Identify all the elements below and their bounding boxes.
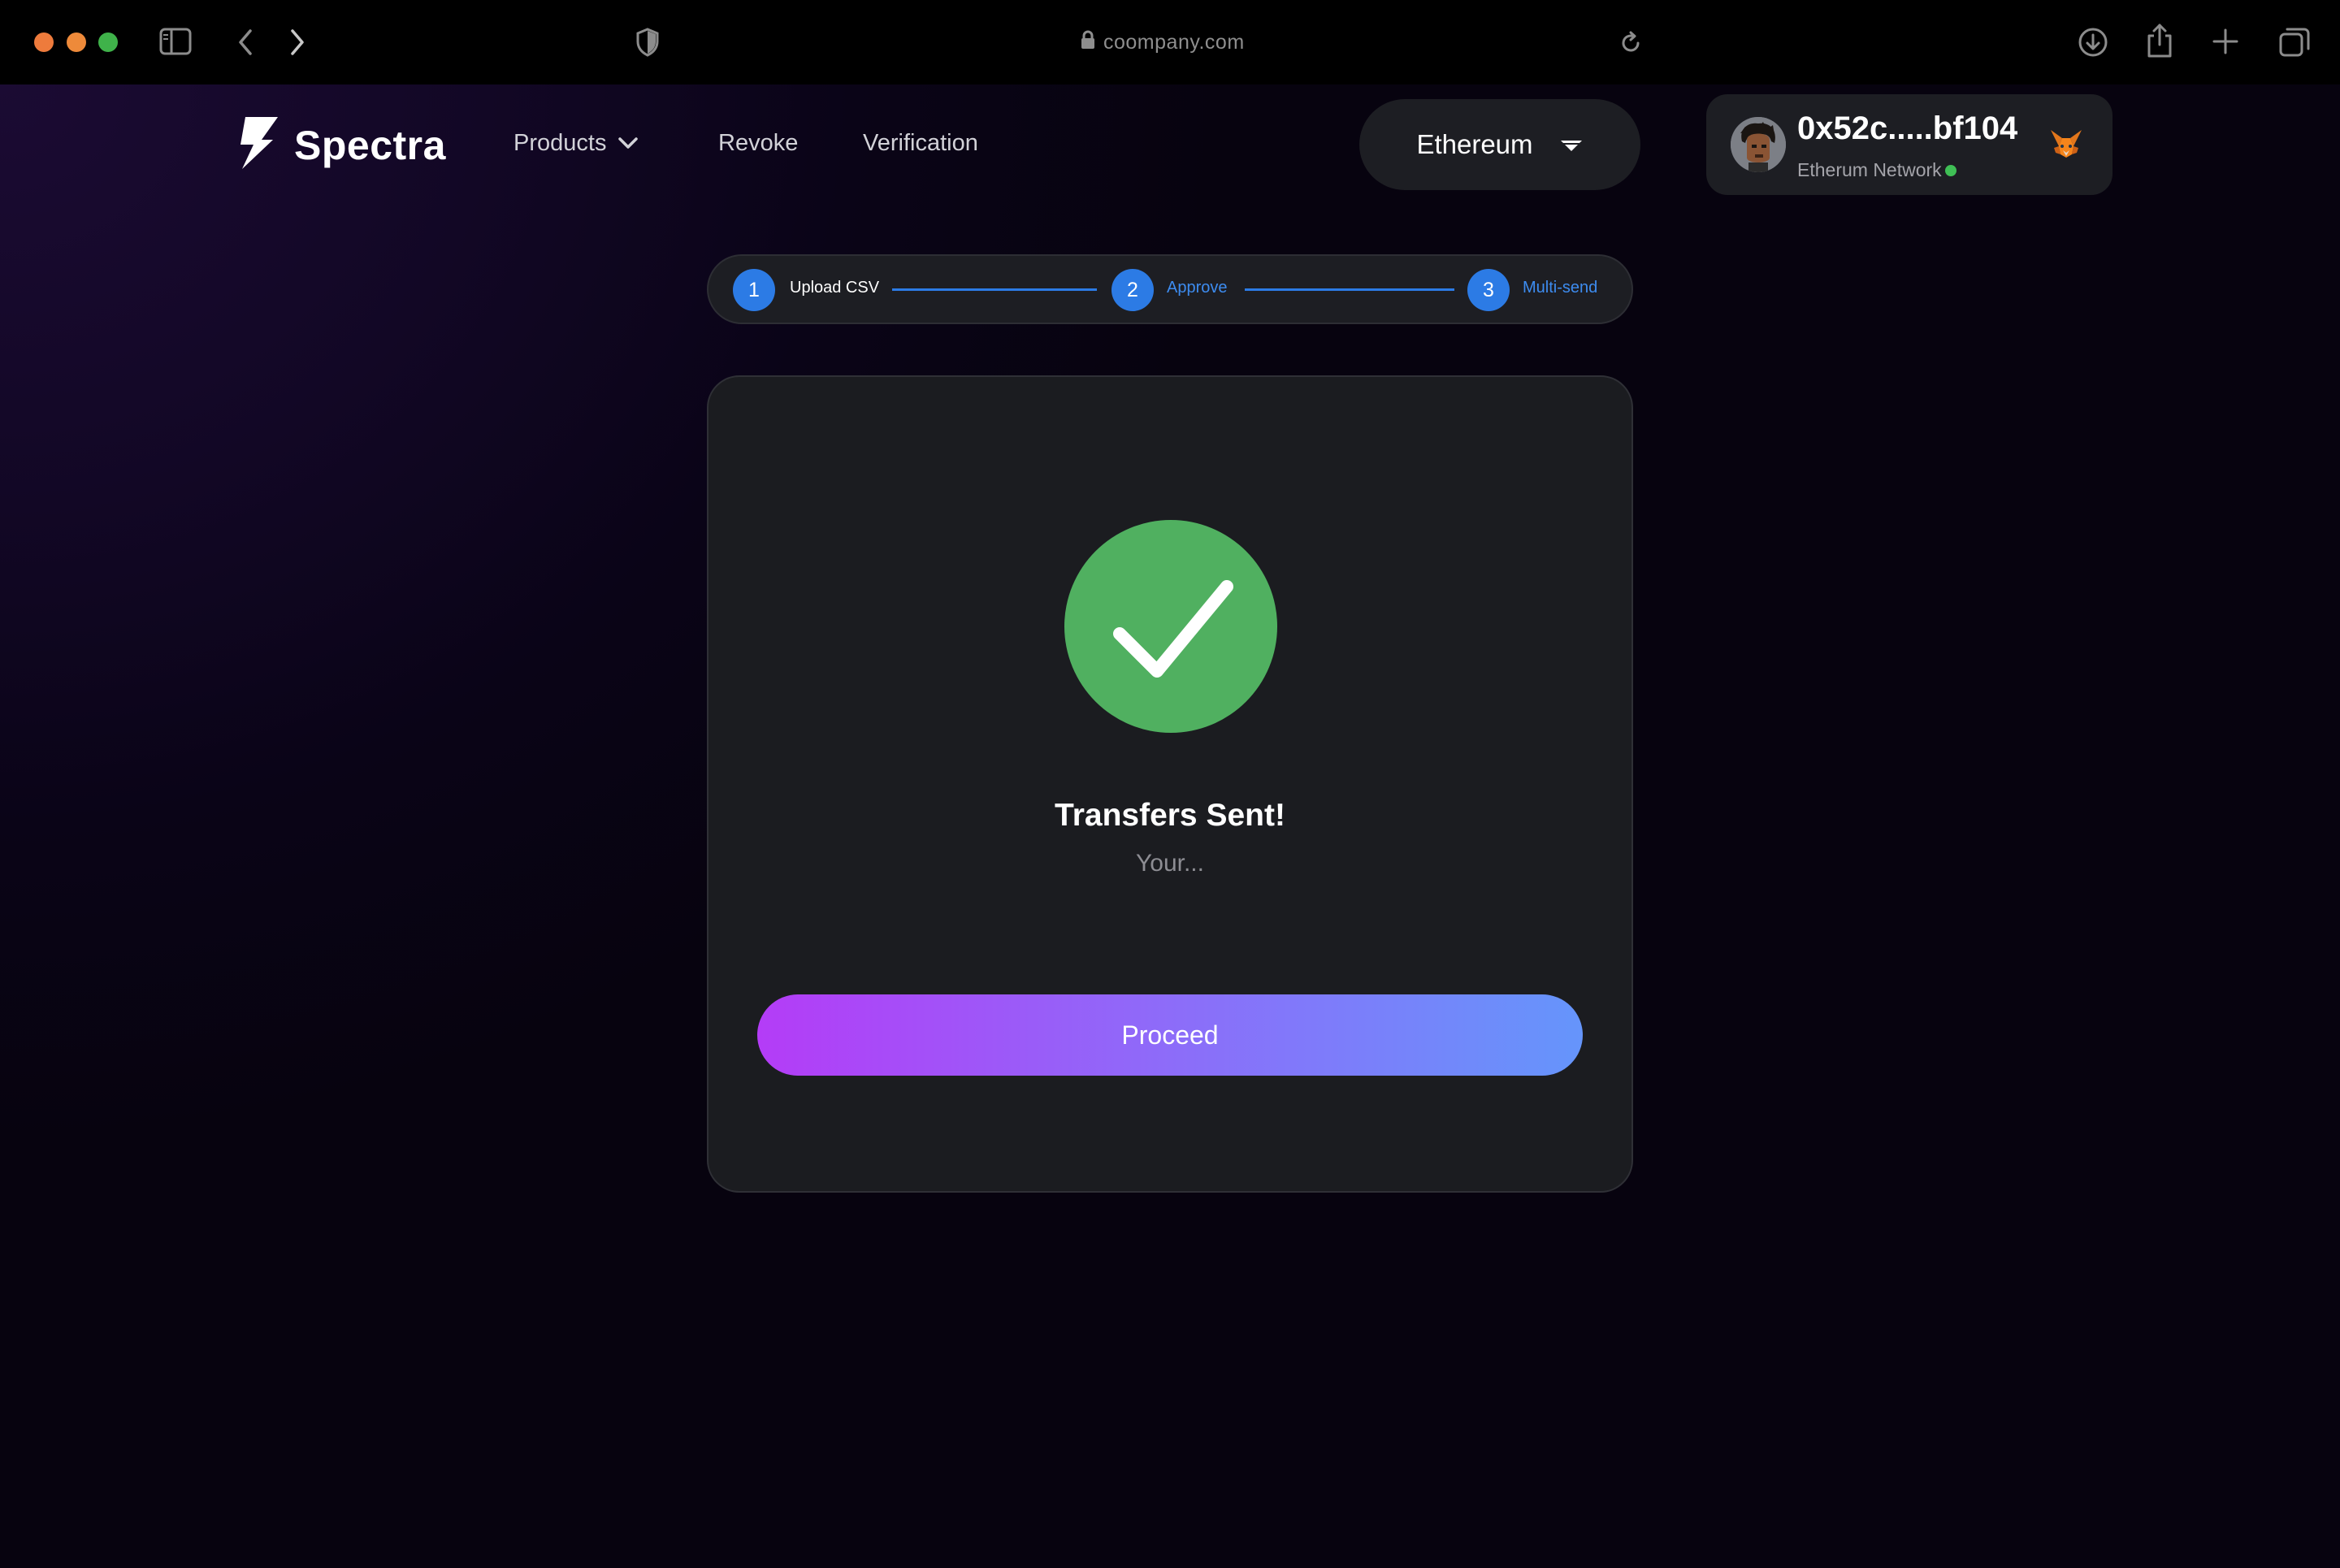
progress-stepper: 1 Upload CSV 2 Approve 3 Multi-send xyxy=(707,254,1633,324)
nav-verification[interactable]: Verification xyxy=(863,130,978,157)
back-icon[interactable] xyxy=(236,28,255,61)
nav-products[interactable]: Products xyxy=(514,130,639,157)
minimize-window-button[interactable] xyxy=(67,32,86,52)
result-subtitle: Your... xyxy=(1136,850,1204,877)
wallet-network-label: Etherum Network xyxy=(1797,159,1942,180)
brand-logo[interactable]: Spectra xyxy=(237,115,446,175)
success-badge xyxy=(1064,520,1277,733)
chevron-down-icon xyxy=(618,130,639,157)
step-1-number: 1 xyxy=(733,269,775,311)
browser-toolbar: coompany.com xyxy=(0,0,2340,84)
share-icon[interactable] xyxy=(2145,23,2174,63)
nav-revoke[interactable]: Revoke xyxy=(718,130,798,157)
network-selector-label: Ethereum xyxy=(1416,129,1533,159)
downloads-icon[interactable] xyxy=(2077,26,2109,63)
metamask-fox-icon xyxy=(2049,128,2083,165)
step-1-label: Upload CSV xyxy=(790,279,880,297)
step-connector xyxy=(892,288,1097,291)
proceed-button[interactable]: Proceed xyxy=(757,994,1583,1076)
address-bar[interactable]: coompany.com xyxy=(1081,28,1292,57)
spectra-logo-icon xyxy=(237,115,280,175)
step-2-number: 2 xyxy=(1112,269,1154,311)
maximize-window-button[interactable] xyxy=(98,32,118,52)
check-icon xyxy=(1064,580,1277,736)
wallet-network: Etherum Network xyxy=(1797,159,1956,181)
reload-icon[interactable] xyxy=(1618,31,1643,59)
wallet-address: 0x52c.....bf104 xyxy=(1797,110,2018,146)
network-selector[interactable]: Ethereum xyxy=(1359,99,1640,190)
step-3-number: 3 xyxy=(1467,269,1510,311)
nav-products-label: Products xyxy=(514,130,607,156)
result-title: Transfers Sent! xyxy=(1055,798,1285,833)
avatar xyxy=(1731,117,1786,172)
url-text: coompany.com xyxy=(1103,30,1245,54)
close-window-button[interactable] xyxy=(34,32,54,52)
brand-name: Spectra xyxy=(294,122,446,168)
result-card: Transfers Sent! Your... Proceed xyxy=(707,375,1633,1193)
sidebar-toggle-icon[interactable] xyxy=(159,28,192,59)
connected-status-dot xyxy=(1944,164,1956,176)
privacy-shield-icon[interactable] xyxy=(635,28,660,61)
lock-icon xyxy=(1081,30,1095,55)
step-2-label: Approve xyxy=(1167,279,1228,297)
step-3-label: Multi-send xyxy=(1523,279,1598,297)
wallet-button[interactable]: 0x52c.....bf104 Etherum Network xyxy=(1706,94,2112,195)
step-connector xyxy=(1245,288,1454,291)
caret-down-icon xyxy=(1559,129,1584,160)
tab-overview-icon[interactable] xyxy=(2278,26,2311,63)
forward-icon[interactable] xyxy=(288,28,307,61)
new-tab-icon[interactable] xyxy=(2212,28,2239,59)
